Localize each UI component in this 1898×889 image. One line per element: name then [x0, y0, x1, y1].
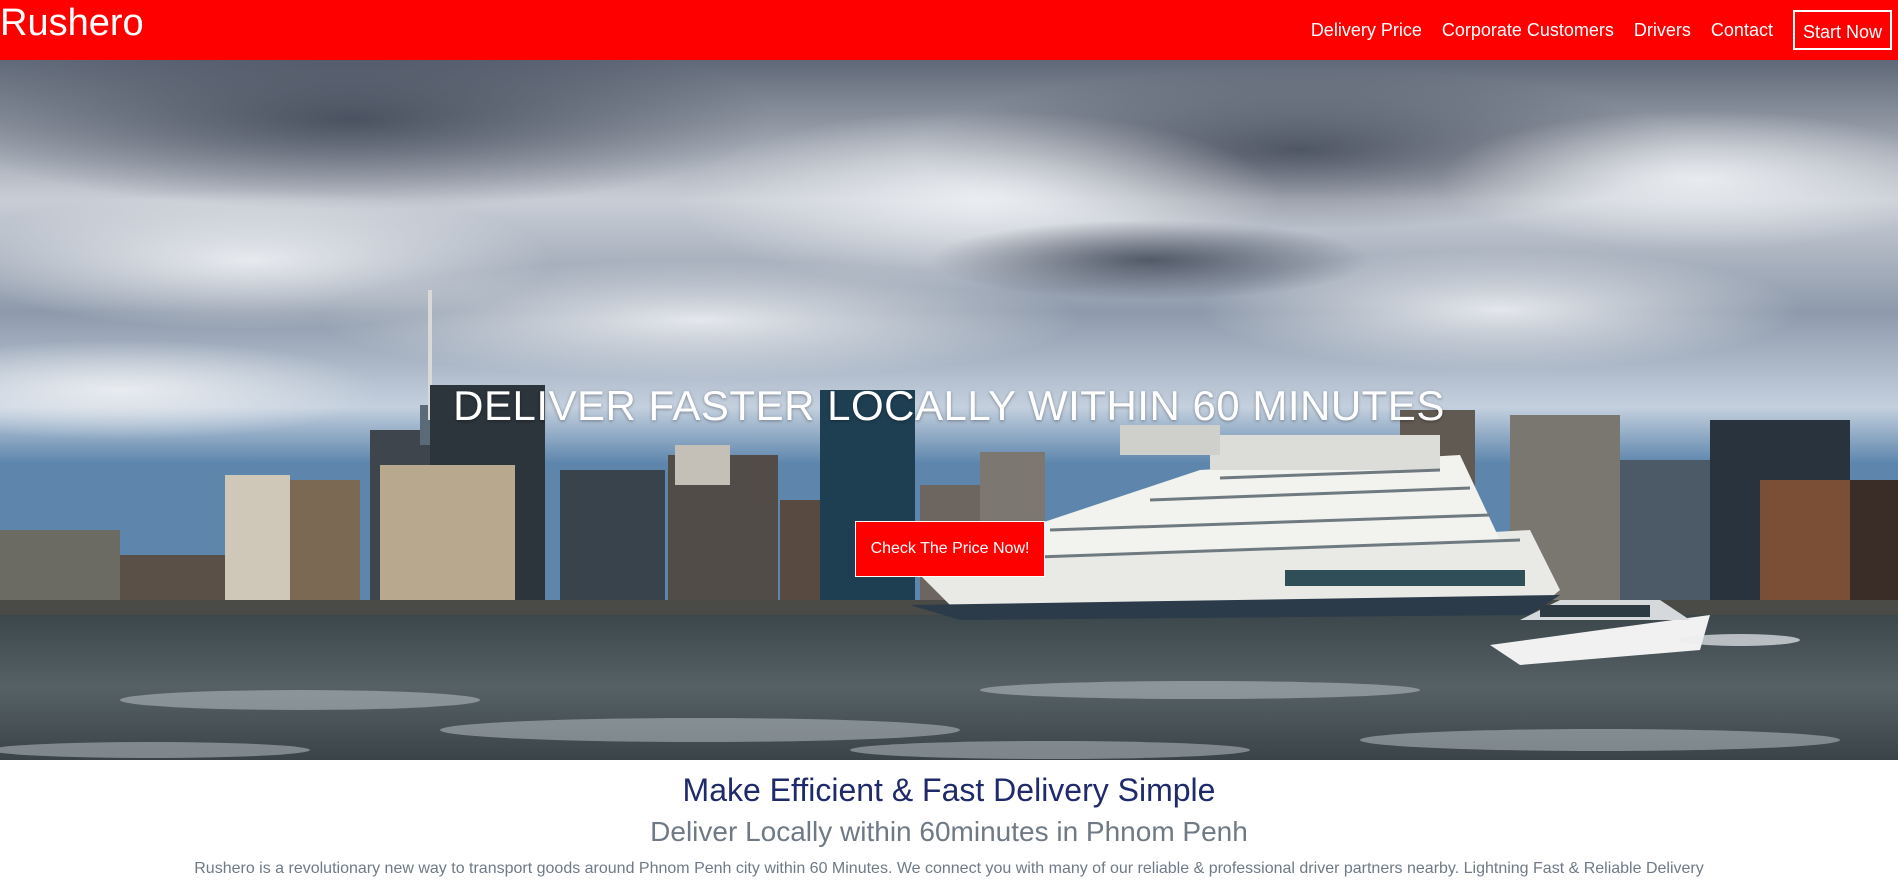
nav-link-contact[interactable]: Contact	[1711, 20, 1773, 41]
nav-link-corporate-customers[interactable]: Corporate Customers	[1442, 20, 1614, 41]
about-title: Make Efficient & Fast Delivery Simple	[682, 772, 1216, 808]
nav-link-drivers[interactable]: Drivers	[1634, 20, 1691, 41]
brand-logo[interactable]: Rushero	[0, 0, 144, 46]
about-subtitle: Deliver Locally within 60minutes in Phno…	[650, 816, 1248, 847]
about-section: Make Efficient & Fast Delivery Simple De…	[0, 760, 1898, 880]
check-price-button[interactable]: Check The Price Now!	[855, 521, 1045, 577]
nav-links: Delivery Price Corporate Customers Drive…	[1311, 8, 1892, 52]
hero-title: DELIVER FASTER LOCALLY WITHIN 60 MINUTES	[453, 382, 1445, 429]
hero-section: DELIVER FASTER LOCALLY WITHIN 60 MINUTES…	[0, 60, 1898, 760]
top-navbar: Rushero Delivery Price Corporate Custome…	[0, 0, 1898, 60]
about-description: Rushero is a revolutionary new way to tr…	[194, 860, 1704, 877]
start-now-button[interactable]: Start Now	[1792, 10, 1892, 50]
nav-link-delivery-price[interactable]: Delivery Price	[1311, 20, 1422, 41]
